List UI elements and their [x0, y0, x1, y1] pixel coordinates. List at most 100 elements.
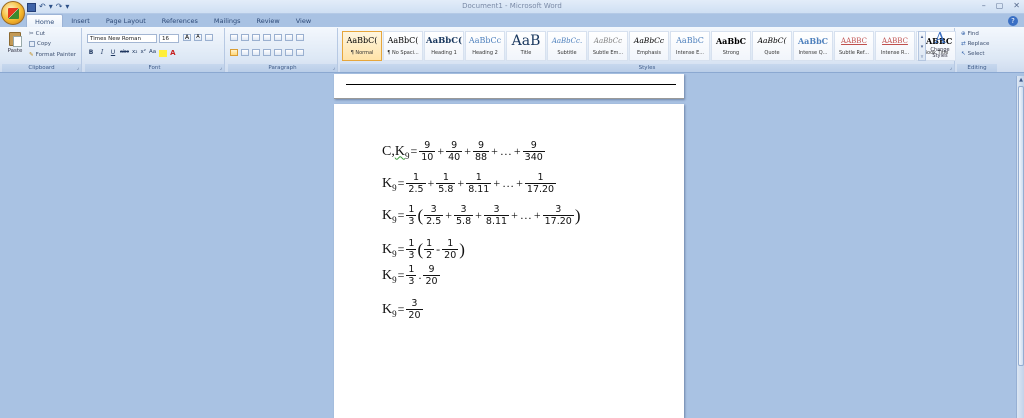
highlight-icon[interactable] [159, 50, 168, 57]
denominator: 8.11 [483, 215, 510, 227]
style-item[interactable]: AaBbCc Emphasis [629, 31, 669, 61]
style-item[interactable]: AaBbC Intense Q... [793, 31, 833, 61]
align-center-icon[interactable] [241, 49, 249, 56]
decrease-indent-icon[interactable] [263, 34, 271, 41]
numbering-icon[interactable] [241, 34, 249, 41]
paragraph-group: Paragraph ⌟ [228, 28, 338, 72]
subscript-button[interactable]: x₂ [132, 49, 137, 57]
font-dialog-launcher-icon[interactable]: ⌟ [220, 65, 222, 71]
scroll-thumb[interactable] [1018, 86, 1024, 366]
numerator: 9 [478, 140, 485, 151]
copy-button[interactable]: Copy [29, 41, 51, 47]
style-item[interactable]: AaBbC(Heading 1 [424, 31, 464, 61]
bullets-icon[interactable] [230, 34, 238, 41]
maximize-button[interactable]: ▢ [996, 1, 1004, 10]
paste-button[interactable]: Paste [5, 30, 25, 62]
underline-button[interactable]: U [109, 49, 117, 57]
font-group: Times New Roman 16 A A B I U abc x₂ x² A… [85, 28, 225, 72]
numerator: 3 [430, 204, 437, 215]
format-painter-button[interactable]: ✎ Format Painter [29, 52, 76, 58]
fraction: 13 [406, 264, 417, 287]
paintbrush-icon: ✎ [29, 52, 34, 58]
font-size-input[interactable]: 16 [159, 34, 179, 43]
style-item[interactable]: AaBbC Intense E... [670, 31, 710, 61]
plus-sign: + [457, 176, 465, 190]
style-sample: AABBC [841, 37, 867, 45]
tab-view[interactable]: View [288, 14, 319, 28]
styles-gallery-scroll[interactable]: ▴ ▾ ▿ [918, 31, 926, 61]
binoculars-icon: ⊕ [961, 31, 966, 37]
justify-icon[interactable] [263, 49, 271, 56]
numerator: 1 [408, 204, 415, 215]
style-item[interactable]: AaBbCc Heading 2 [465, 31, 505, 61]
strikethrough-button[interactable]: abc [120, 49, 129, 57]
denominator: 2.5 [424, 215, 444, 227]
scroll-up-icon[interactable]: ▲ [1018, 77, 1024, 84]
line-spacing-icon[interactable] [274, 49, 282, 56]
superscript-button[interactable]: x² [140, 49, 145, 57]
font-name-input[interactable]: Times New Roman [87, 34, 157, 43]
tab-review[interactable]: Review [249, 14, 288, 28]
dialog-launcher-icon[interactable]: ⌟ [77, 65, 79, 71]
cut-button[interactable]: ✂ Cut [29, 31, 45, 37]
style-item[interactable]: AaBbCc Subtle Em... [588, 31, 628, 61]
select-button[interactable]: ↖ Select [961, 51, 985, 57]
tab-insert[interactable]: Insert [63, 14, 98, 28]
italic-button[interactable]: I [98, 49, 106, 57]
paragraph-dialog-launcher-icon[interactable]: ⌟ [333, 65, 335, 71]
font-color-icon[interactable]: A [170, 49, 175, 57]
style-item[interactable]: AABBC Subtle Ref... [834, 31, 874, 61]
styles-dialog-launcher-icon[interactable]: ⌟ [950, 65, 952, 71]
style-item[interactable]: AaBbCc. Subtitle [547, 31, 587, 61]
tab-page-layout[interactable]: Page Layout [98, 14, 154, 28]
borders-icon[interactable] [296, 49, 304, 56]
help-icon[interactable]: ? [1008, 16, 1018, 26]
fraction: 1 20 [442, 238, 459, 261]
style-sample: AaBbC [676, 36, 704, 45]
shading-icon[interactable] [285, 49, 293, 56]
open-paren: ( [417, 205, 424, 225]
close-paren: ) [459, 239, 465, 259]
increase-indent-icon[interactable] [274, 34, 282, 41]
change-styles-button[interactable]: A Change Styles [928, 29, 952, 65]
numerator: 3 [555, 204, 562, 215]
style-item[interactable]: AaBbC(¶ Normal [342, 31, 382, 61]
align-left-icon[interactable] [230, 49, 238, 56]
numerator: 1 [408, 264, 415, 275]
style-item[interactable]: AaB Title [506, 31, 546, 61]
minimize-button[interactable]: – [982, 1, 986, 10]
denominator: 88 [473, 151, 490, 163]
shrink-font-icon[interactable]: A [194, 34, 202, 41]
grow-font-icon[interactable]: A [183, 34, 191, 41]
tab-mailings[interactable]: Mailings [206, 14, 249, 28]
find-button[interactable]: ⊕ Find [961, 31, 979, 37]
close-paren: ) [574, 205, 581, 225]
vertical-scrollbar[interactable]: ▲ [1016, 76, 1024, 418]
tab-references[interactable]: References [154, 14, 206, 28]
clear-formatting-icon[interactable] [205, 34, 213, 41]
style-item[interactable]: AaBbC(¶ No Spaci... [383, 31, 423, 61]
denominator: 17.20 [524, 183, 557, 195]
tab-home[interactable]: Home [26, 14, 64, 28]
sort-icon[interactable] [285, 34, 293, 41]
style-item[interactable]: AABBC Intense R... [875, 31, 915, 61]
align-right-icon[interactable] [252, 49, 260, 56]
multilevel-list-icon[interactable] [252, 34, 260, 41]
numerator: 9 [424, 140, 431, 151]
change-case-button[interactable]: Aa [149, 49, 156, 57]
equation-line: K 9 = 1 3(3 2.5 +3 5.8 +3 8.11 +… +3 17.20) [382, 204, 581, 227]
cursor-icon: ↖ [961, 51, 966, 57]
replace-button[interactable]: ⇄ Replace [961, 41, 989, 47]
style-item[interactable]: AaBbC(Quote [752, 31, 792, 61]
numerator: 3 [460, 204, 467, 215]
subscript: 9 [404, 150, 410, 161]
variable: K [382, 267, 393, 283]
office-button[interactable] [1, 1, 25, 25]
style-item[interactable]: AaBbC Strong [711, 31, 751, 61]
show-marks-icon[interactable] [296, 34, 304, 41]
close-button[interactable]: ✕ [1013, 1, 1020, 10]
bold-button[interactable]: B [87, 49, 95, 57]
numerator: 1 [537, 172, 544, 183]
change-styles-label: Change Styles [930, 47, 950, 59]
list-tools [230, 34, 304, 41]
